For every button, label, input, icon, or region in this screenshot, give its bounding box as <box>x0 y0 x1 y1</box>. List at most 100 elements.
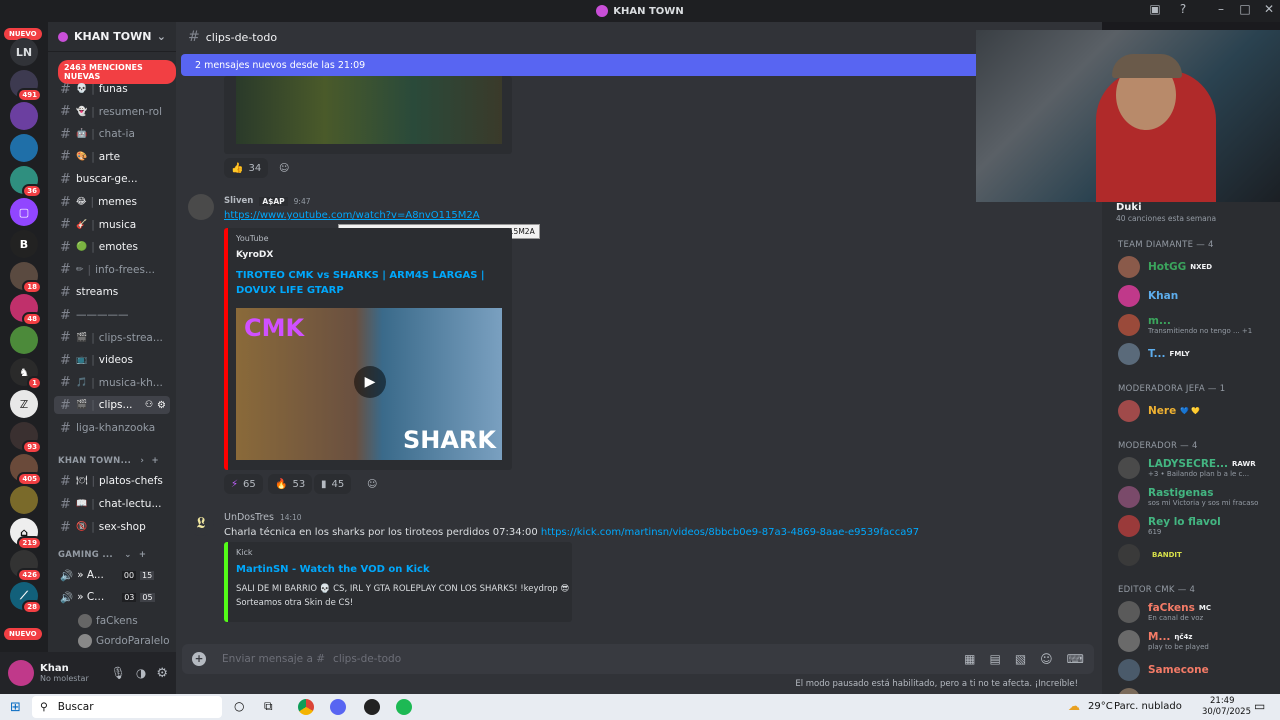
channel-item[interactable]: # 🤖 | chat-ia <box>60 125 135 143</box>
server-icon-8[interactable]: 48 <box>10 294 42 326</box>
channel-item[interactable]: # 📺 | videos <box>60 351 133 369</box>
add-channel-icon[interactable]: + <box>152 456 159 466</box>
voice-channel[interactable]: 🔊» A... 00 15 <box>60 566 155 584</box>
embed-title[interactable]: TIROTEO CMK vs SHARKS | ARM4S LARGAS | D… <box>236 268 506 298</box>
add-reaction-button[interactable]: ☺ <box>272 158 296 178</box>
member-item[interactable]: Nere 💙 💛 <box>1118 400 1200 422</box>
chrome-icon[interactable] <box>298 699 314 715</box>
channel-item[interactable]: # 📖 | chat-lectu... <box>60 495 161 513</box>
server-icon-13[interactable]: 405 <box>10 454 42 486</box>
reaction[interactable]: 👍 34 <box>224 158 269 178</box>
channel-item[interactable]: # 🎵 | musica-kh... <box>60 374 163 392</box>
activities-icon[interactable]: ⌨ <box>1067 652 1084 666</box>
direct-messages-button[interactable]: LN <box>10 38 38 66</box>
channel-item[interactable]: # 🍽 | platos-chefs <box>60 472 163 490</box>
server-icon-1[interactable]: 491 <box>10 70 42 102</box>
new-messages-bar[interactable]: 2 mensajes nuevos desde las 21:09 <box>181 54 981 76</box>
member-item[interactable]: M... ηč4z play to be played <box>1118 630 1209 652</box>
inbox-icon[interactable]: ▣ <box>1146 2 1164 16</box>
obs-icon[interactable] <box>364 699 380 715</box>
message-author[interactable]: UnDosTres <box>224 512 274 523</box>
message-avatar[interactable] <box>188 194 214 220</box>
message-link[interactable]: https://kick.com/martinsn/videos/8bbcb0e… <box>541 527 919 538</box>
user-avatar[interactable] <box>8 660 34 686</box>
new-pill-bottom[interactable]: NUEVO <box>4 628 42 640</box>
member-item[interactable]: Khan <box>1118 285 1178 307</box>
server-icon-3[interactable] <box>10 134 38 162</box>
embed-image[interactable] <box>236 76 502 144</box>
member-item[interactable]: faCkens MC En canal de voz <box>1118 601 1211 623</box>
weather-desc[interactable]: Parc. nublado <box>1114 701 1182 712</box>
reaction[interactable]: ▮ 45 <box>314 474 352 494</box>
voice-channel[interactable]: 🔊» C... 03 05 <box>60 588 155 606</box>
voice-user[interactable]: faCkens <box>78 612 138 630</box>
server-icon-12[interactable]: 93 <box>10 422 42 454</box>
taskbar-search[interactable]: ⚲ Buscar <box>32 696 222 718</box>
channel-item[interactable]: # 👻 | resumen-rol <box>60 103 162 121</box>
channel-item[interactable]: # ✏ | info-frees... <box>60 261 155 279</box>
message-composer[interactable]: + Enviar mensaje a # clips-de-todo ▦ ▤ ▧… <box>182 644 1094 674</box>
add-attachment-icon[interactable]: + <box>192 652 206 666</box>
guild-header[interactable]: KHAN TOWN ⌄ <box>48 22 176 52</box>
server-icon-11[interactable]: ℤ <box>10 390 38 418</box>
category-khan-town[interactable]: KHAN TOWN... › + <box>58 456 159 466</box>
emoji-icon[interactable]: ☺ <box>1040 652 1053 666</box>
embed-author[interactable]: KyroDX <box>236 250 273 260</box>
close-button[interactable]: ✕ <box>1260 2 1278 16</box>
add-reaction-button[interactable]: ☺ <box>360 474 384 494</box>
invite-icon[interactable]: ⚇ <box>145 400 153 410</box>
reaction[interactable]: ⚡ 65 <box>224 474 263 494</box>
cortana-icon[interactable]: ○ <box>234 699 244 713</box>
tray-date[interactable]: 30/07/2025 <box>1202 707 1251 717</box>
notifications-icon[interactable]: ▭ <box>1254 699 1265 713</box>
channel-item[interactable]: # streams <box>60 283 118 301</box>
member-item[interactable]: Rey lo flavol 619 <box>1118 515 1221 537</box>
member-item[interactable]: m... Transmitiendo no tengo ... +1 <box>1118 314 1252 336</box>
sticker-icon[interactable]: ▧ <box>1015 652 1026 666</box>
settings-gear-icon[interactable]: ⚙ <box>156 666 168 681</box>
channel-item[interactable]: # 🎨 | arte <box>60 148 120 166</box>
play-icon[interactable]: ▶ <box>354 366 386 398</box>
server-icon-7[interactable]: 18 <box>10 262 42 294</box>
gif-icon[interactable]: ▤ <box>989 652 1000 666</box>
member-item[interactable]: Samecone <box>1118 659 1209 681</box>
server-icon-10[interactable]: ♞ 1 <box>10 358 42 390</box>
minecraft-server-icon[interactable] <box>10 326 38 354</box>
gift-icon[interactable]: ▦ <box>964 652 975 666</box>
channel-item[interactable]: # 🎬 | clips-strea... <box>60 329 163 347</box>
spotify-icon[interactable] <box>396 699 412 715</box>
microphone-icon[interactable]: 🎙 <box>111 666 126 680</box>
minimize-button[interactable]: – <box>1212 2 1230 16</box>
image-embed[interactable] <box>224 76 512 154</box>
voice-user[interactable]: GordoParalelo <box>78 632 170 650</box>
channel-settings-icon[interactable]: ⚙ <box>157 400 166 411</box>
channel-item[interactable]: # 🔞 | sex-shop <box>60 518 146 536</box>
windows-start-icon[interactable]: ⊞ <box>10 700 21 715</box>
maximize-button[interactable]: □ <box>1236 2 1254 16</box>
embed-title[interactable]: MartinSN - Watch the VOD on Kick <box>236 564 430 575</box>
channel-item[interactable]: # 😂 | memes <box>60 193 137 211</box>
channel-item[interactable]: # buscar-ge... <box>60 170 138 188</box>
category-gaming[interactable]: GAMING ... ⌄ + <box>58 550 146 560</box>
now-playing-title[interactable]: Duki <box>1116 202 1142 213</box>
weather-temp[interactable]: 29°C <box>1088 701 1113 712</box>
server-icon-16[interactable]: 426 <box>10 550 42 582</box>
discord-icon[interactable] <box>330 699 346 715</box>
channel-item[interactable]: # ————— <box>60 306 129 324</box>
server-icon-14[interactable] <box>10 486 38 514</box>
channel-item[interactable]: # 🎬 | clips... ⚇ ⚙ <box>54 396 170 415</box>
task-view-icon[interactable]: ⧉ <box>264 699 273 714</box>
help-icon[interactable]: ? <box>1174 2 1192 16</box>
message-author[interactable]: Sliven <box>224 196 253 206</box>
video-thumbnail[interactable]: CMK ▶ SHARK <box>236 308 502 460</box>
channel-item[interactable]: # 💀 | funas <box>60 80 128 98</box>
member-item[interactable]: T... FMLY <box>1118 343 1190 365</box>
server-icon-2[interactable] <box>10 102 38 130</box>
member-item[interactable]: Rastigenas sos mi Victoria y sos mi fraca… <box>1118 486 1258 508</box>
twitch-server-icon[interactable]: ▢ <box>10 198 38 226</box>
member-item[interactable]: BANDIT <box>1118 544 1182 566</box>
server-icon-6[interactable]: B <box>10 230 38 258</box>
reaction[interactable]: 🔥 53 <box>268 474 313 494</box>
server-icon-15[interactable]: ⌂ 219 <box>10 518 42 550</box>
channel-item[interactable]: # 🎸 | musica <box>60 216 136 234</box>
